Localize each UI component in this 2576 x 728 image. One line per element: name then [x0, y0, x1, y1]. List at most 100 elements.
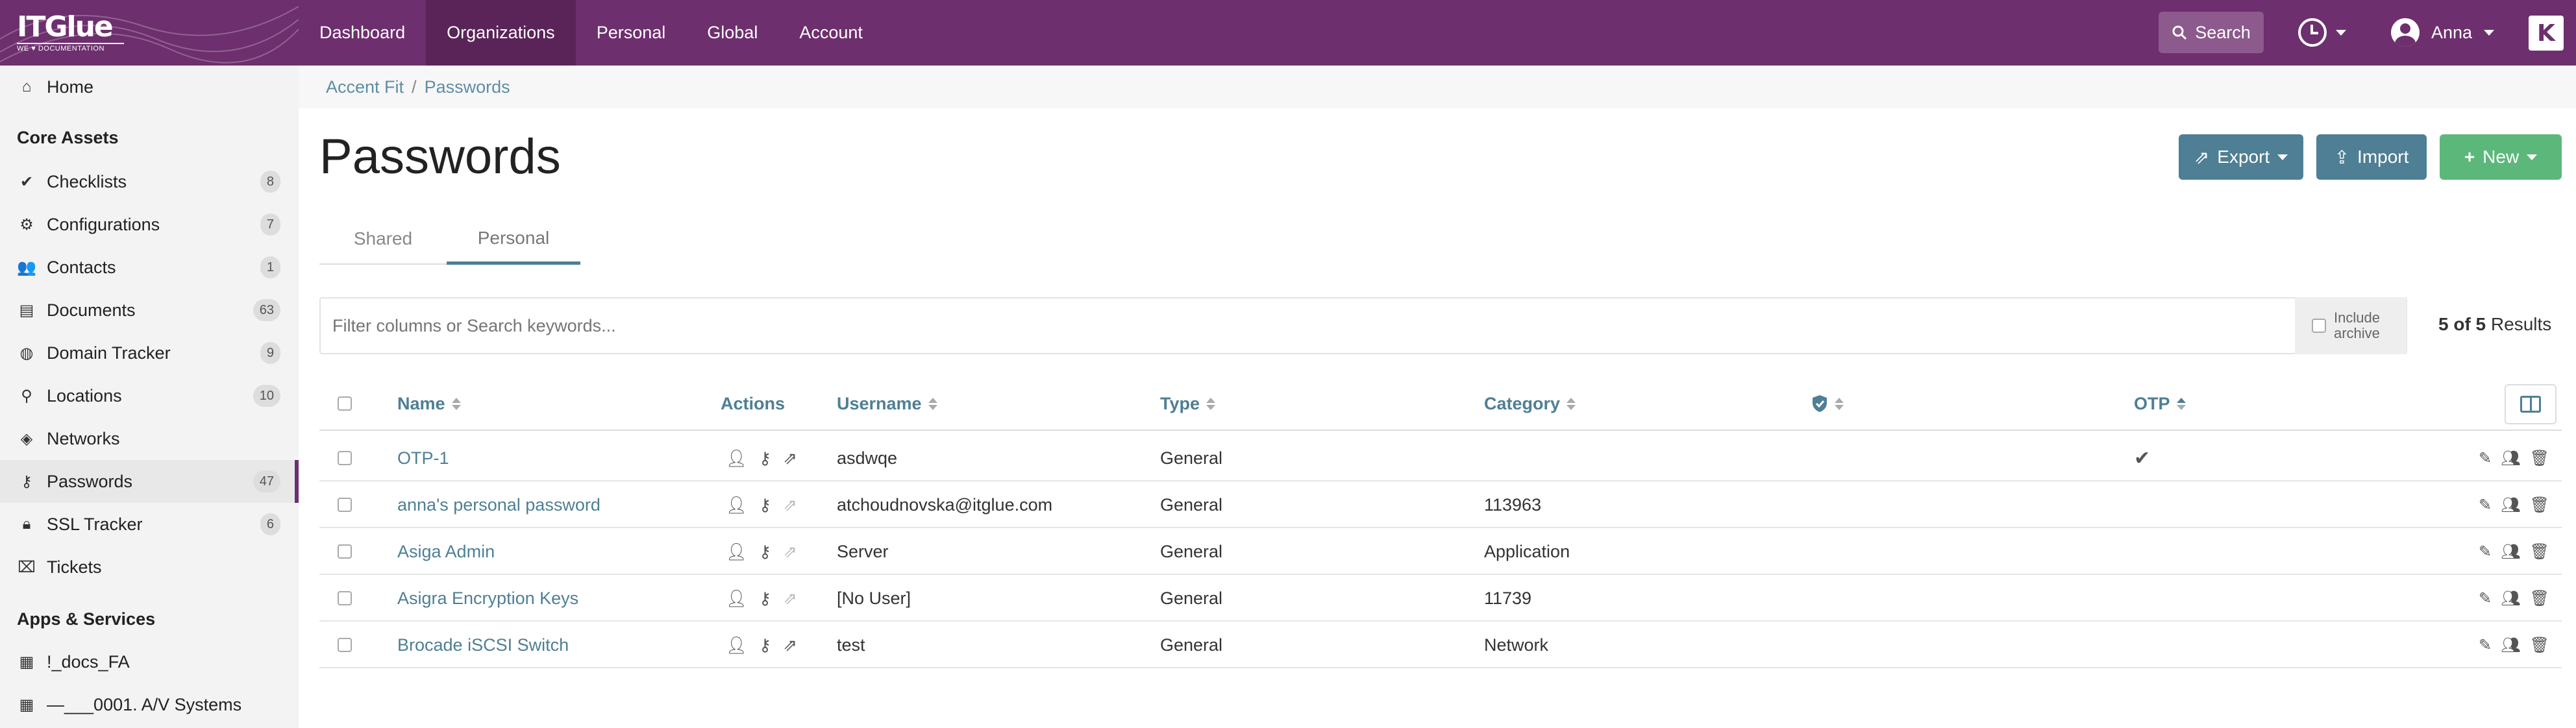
column-picker-button[interactable] [2505, 384, 2557, 424]
row-checkbox[interactable] [338, 544, 352, 559]
copy-username-icon[interactable]: 👤︎ [726, 588, 747, 609]
sort-icon [1567, 397, 1576, 410]
user-menu[interactable]: Anna [2391, 18, 2495, 47]
sidebar-item-passwords[interactable]: ⚷ Passwords 47 [0, 460, 299, 503]
table-row[interactable]: Asigra Encryption Keys 👤︎ ⚷ ⇗ [No User] … [319, 575, 2562, 622]
table-row[interactable]: anna's personal password 👤︎ ⚷ ⇗ atchoudn… [319, 481, 2562, 528]
category-cell: 113963 [1484, 494, 1542, 515]
import-button[interactable]: ⇪ Import [2316, 134, 2427, 180]
type-cell: General [1160, 541, 1223, 561]
edit-icon[interactable]: ✎ [2479, 449, 2492, 468]
row-checkbox[interactable] [338, 451, 352, 465]
table-icon: ▦ [19, 696, 34, 714]
sidebar-app-av-systems[interactable]: ▦ —___0001. A/V Systems [0, 683, 299, 726]
sidebar-item-domain-tracker[interactable]: ◍ Domain Tracker 9 [0, 332, 299, 374]
clock-icon [2298, 18, 2327, 47]
tab-personal[interactable]: Personal [447, 214, 580, 265]
password-name-link[interactable]: OTP-1 [397, 435, 449, 481]
include-archive-line2: archive [2334, 325, 2380, 341]
column-header-type[interactable]: Type [1160, 376, 1216, 431]
nav-global[interactable]: Global [686, 0, 778, 66]
external-link-icon[interactable]: ⇗ [783, 635, 797, 655]
trash-icon[interactable]: 🗑︎ [2530, 542, 2549, 561]
username-cell: [No User] [837, 588, 911, 608]
count-badge: 7 [260, 213, 280, 236]
tab-shared[interactable]: Shared [319, 214, 447, 265]
copy-password-icon[interactable]: ⚷ [759, 588, 771, 609]
trash-icon[interactable]: 🗑︎ [2530, 589, 2549, 608]
category-cell: Application [1484, 541, 1570, 561]
kaseya-logo[interactable]: K [2529, 16, 2564, 51]
user-avatar-icon [2391, 18, 2420, 47]
trash-icon[interactable]: 🗑︎ [2530, 636, 2549, 655]
sidebar-item-networks[interactable]: ◈ Networks [0, 417, 299, 460]
itglue-logo[interactable]: ITGlue WE ♥ DOCUMENTATION [17, 12, 124, 53]
category-cell: Network [1484, 635, 1549, 655]
trash-icon[interactable]: 🗑︎ [2530, 449, 2549, 468]
sidebar-item-tickets[interactable]: ⌧ Tickets [0, 546, 299, 588]
copy-username-icon[interactable]: 👤︎ [726, 542, 747, 562]
trash-icon[interactable]: 🗑︎ [2530, 496, 2549, 515]
edit-icon[interactable]: ✎ [2479, 589, 2492, 608]
include-archive-checkbox[interactable] [2312, 319, 2326, 333]
share-user-icon[interactable]: 👥︎ [2501, 449, 2520, 468]
page-title: Passwords [319, 129, 561, 184]
column-header-otp[interactable]: OTP [2134, 376, 2186, 431]
sidebar-item-contacts[interactable]: 👥 Contacts 1 [0, 246, 299, 289]
breadcrumb-org-link[interactable]: Accent Fit [326, 77, 404, 97]
share-user-icon[interactable]: 👥︎ [2501, 542, 2520, 561]
edit-icon[interactable]: ✎ [2479, 636, 2492, 655]
nav-organizations[interactable]: Organizations [426, 0, 576, 66]
export-button[interactable]: ⇗ Export [2179, 134, 2303, 180]
column-label: Type [1160, 393, 1200, 413]
copy-password-icon[interactable]: ⚷ [759, 495, 771, 515]
nav-dashboard[interactable]: Dashboard [299, 0, 426, 66]
column-header-username[interactable]: Username [837, 376, 937, 431]
share-user-icon[interactable]: 👥︎ [2501, 496, 2520, 515]
breadcrumb-separator: / [412, 77, 417, 97]
sidebar-item-documents[interactable]: ▤ Documents 63 [0, 289, 299, 332]
copy-password-icon[interactable]: ⚷ [759, 542, 771, 562]
copy-username-icon[interactable]: 👤︎ [726, 495, 747, 515]
global-search-button[interactable]: Search [2159, 12, 2264, 53]
results-label: Results [2490, 314, 2552, 334]
sidebar-item-checklists[interactable]: ✔ Checklists 8 [0, 160, 299, 203]
column-header-category[interactable]: Category [1484, 376, 1576, 431]
recent-activity-dropdown[interactable] [2298, 18, 2346, 47]
share-user-icon[interactable]: 👥︎ [2501, 589, 2520, 608]
sidebar-item-ssl-tracker[interactable]: 🔒︎ SSL Tracker 6 [0, 503, 299, 546]
edit-icon[interactable]: ✎ [2479, 496, 2492, 515]
row-checkbox[interactable] [338, 591, 352, 605]
copy-password-icon[interactable]: ⚷ [759, 448, 771, 468]
copy-username-icon[interactable]: 👤︎ [726, 448, 747, 468]
column-header-security[interactable] [1811, 376, 1844, 431]
nav-account[interactable]: Account [778, 0, 884, 66]
table-row[interactable]: Brocade iSCSI Switch 👤︎ ⚷ ⇗ test General… [319, 622, 2562, 668]
sidebar-item-label: Domain Tracker [47, 343, 171, 363]
row-checkbox[interactable] [338, 498, 352, 512]
sidebar-app-docs-fa[interactable]: ▦ !_docs_FA [0, 640, 299, 683]
edit-icon[interactable]: ✎ [2479, 542, 2492, 561]
sidebar-item-configurations[interactable]: ⚙ Configurations 7 [0, 203, 299, 246]
column-header-actions: Actions [721, 376, 785, 431]
column-header-name[interactable]: Name [397, 376, 461, 431]
sidebar-item-home[interactable]: ⌂ Home [0, 66, 299, 108]
table-row[interactable]: Asiga Admin 👤︎ ⚷ ⇗ Server General Applic… [319, 528, 2562, 575]
row-checkbox[interactable] [338, 638, 352, 652]
sidebar-item-locations[interactable]: ⚲ Locations 10 [0, 374, 299, 417]
table-row[interactable]: OTP-1 👤︎ ⚷ ⇗ asdwqe General ✔ ✎ 👥︎ 🗑︎ [319, 435, 2562, 481]
select-all-checkbox[interactable] [338, 396, 352, 411]
breadcrumb-current[interactable]: Passwords [425, 77, 510, 97]
password-name-link[interactable]: anna's personal password [397, 481, 601, 528]
password-name-link[interactable]: Asiga Admin [397, 528, 495, 575]
password-name-link[interactable]: Brocade iSCSI Switch [397, 622, 569, 668]
password-name-link[interactable]: Asigra Encryption Keys [397, 575, 578, 622]
nav-personal[interactable]: Personal [576, 0, 687, 66]
filter-input[interactable] [321, 300, 2294, 352]
external-link-icon[interactable]: ⇗ [783, 448, 797, 468]
share-user-icon[interactable]: 👥︎ [2501, 636, 2520, 655]
new-button[interactable]: + New [2440, 134, 2562, 180]
include-archive-toggle[interactable]: Include archive [2295, 297, 2407, 354]
copy-username-icon[interactable]: 👤︎ [726, 635, 747, 655]
copy-password-icon[interactable]: ⚷ [759, 635, 771, 655]
